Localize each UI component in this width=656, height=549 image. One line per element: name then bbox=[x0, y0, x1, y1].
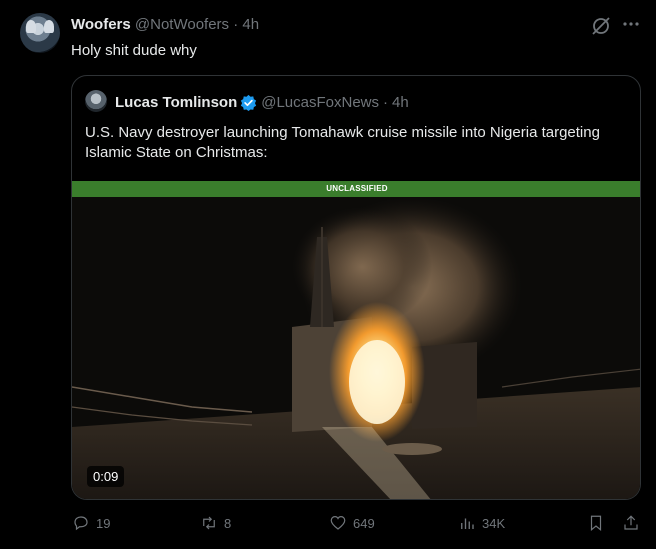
quoted-text: U.S. Navy destroyer launching Tomahawk c… bbox=[85, 124, 600, 161]
tweet-text: Holy shit dude why bbox=[71, 42, 197, 59]
bookmark-icon bbox=[590, 515, 602, 532]
views-button[interactable]: 34K bbox=[458, 514, 505, 532]
share-button[interactable] bbox=[622, 514, 646, 532]
quoted-avatar[interactable] bbox=[85, 90, 107, 112]
like-count: 649 bbox=[353, 515, 375, 531]
quoted-author-handle[interactable]: @LucasFoxNews bbox=[261, 94, 379, 111]
separator: · bbox=[383, 94, 389, 111]
avatar[interactable] bbox=[20, 13, 60, 53]
reply-button[interactable]: 19 bbox=[72, 514, 110, 532]
video-frame[interactable] bbox=[72, 197, 641, 500]
reply-icon bbox=[74, 516, 88, 531]
repost-icon bbox=[203, 516, 215, 530]
author-name[interactable]: Woofers bbox=[71, 16, 131, 33]
quoted-author-name[interactable]: Lucas Tomlinson bbox=[115, 94, 237, 111]
share-icon bbox=[624, 515, 638, 530]
tweet-actions: 19 8 649 34K bbox=[0, 514, 656, 536]
video-player[interactable]: UNCLASSIFIED 0:09 bbox=[72, 181, 641, 500]
quoted-header: Lucas Tomlinson @LucasFoxNews · 4h bbox=[115, 94, 409, 111]
views-count: 34K bbox=[482, 515, 506, 531]
verified-badge-icon bbox=[241, 94, 257, 111]
like-button[interactable]: 649 bbox=[329, 514, 375, 532]
quoted-tweet[interactable]: Lucas Tomlinson @LucasFoxNews · 4h U.S. … bbox=[71, 75, 641, 500]
separator: · bbox=[233, 16, 239, 33]
like-icon bbox=[330, 516, 346, 530]
author-handle[interactable]: @NotWoofers bbox=[135, 16, 229, 33]
bookmark-button[interactable] bbox=[587, 514, 611, 532]
grok-icon[interactable] bbox=[591, 16, 611, 36]
repost-count: 8 bbox=[224, 515, 232, 531]
repost-button[interactable]: 8 bbox=[200, 514, 231, 532]
reply-count: 19 bbox=[96, 515, 111, 531]
views-icon bbox=[461, 518, 474, 529]
tweet-header: Woofers @NotWoofers · 4h bbox=[71, 16, 259, 33]
more-icon[interactable] bbox=[621, 14, 641, 34]
classification-banner: UNCLASSIFIED bbox=[72, 181, 640, 197]
quoted-timestamp[interactable]: 4h bbox=[392, 94, 409, 111]
video-duration: 0:09 bbox=[87, 466, 125, 487]
timestamp[interactable]: 4h bbox=[242, 16, 259, 33]
